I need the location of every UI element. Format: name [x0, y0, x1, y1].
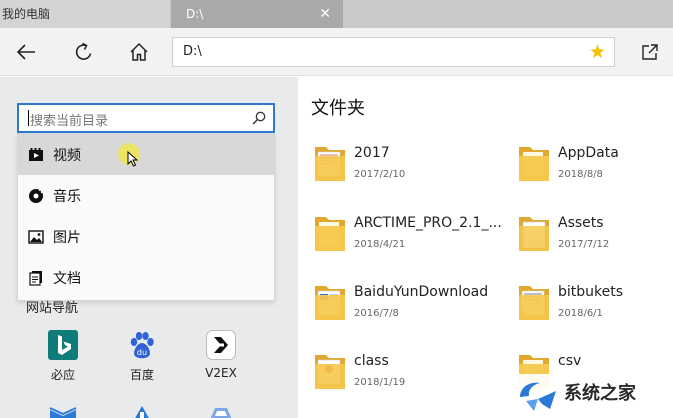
share-icon — [642, 44, 658, 60]
folder-date: 2018/1/19 — [354, 377, 406, 388]
suggestion-documents[interactable]: 文档 — [18, 257, 274, 298]
v2ex-icon — [206, 330, 236, 360]
folder-icon — [315, 286, 345, 320]
suggestion-video[interactable]: 视频 — [18, 134, 274, 175]
address-text: D:\ — [183, 44, 202, 59]
site-label: 必应 — [50, 368, 75, 382]
site-label: V2EX — [205, 366, 237, 380]
folder-name: BaiduYunDownload — [354, 284, 489, 300]
tab-label: D:\ — [186, 7, 204, 21]
folder-icon — [315, 147, 345, 181]
folder-item[interactable]: BaiduYunDownload 2016/7/8 — [313, 280, 493, 330]
refresh-icon — [75, 42, 92, 60]
tab-d-drive[interactable]: D:\ ✕ — [171, 0, 343, 28]
refresh-button[interactable] — [70, 38, 98, 66]
folder-date: 2018/8/8 — [558, 169, 603, 180]
folder-name: Assets — [558, 215, 604, 231]
star-icon[interactable]: ★ — [589, 40, 606, 64]
site-bing[interactable]: 必应 — [33, 330, 93, 383]
search-suggestions: 视频 音乐 图片 文档 — [17, 133, 275, 301]
folder-item[interactable]: class 2018/1/19 — [313, 349, 493, 399]
folder-name: csv — [558, 353, 582, 369]
address-bar[interactable]: D:\ ★ — [172, 37, 615, 67]
folder-icon — [519, 147, 549, 181]
suggestion-label: 视频 — [53, 147, 81, 164]
tower-icon[interactable] — [127, 406, 157, 418]
close-icon[interactable]: ✕ — [319, 0, 331, 28]
baidu-icon: du — [127, 330, 157, 360]
folder-icon — [519, 286, 549, 320]
mouse-pointer-icon — [127, 151, 138, 167]
left-pane: 搜索当前目录 视频 音乐 图片 文档 网站导航 必应 du 百度 V2EX — [0, 77, 298, 418]
folder-item[interactable]: bitbukets 2018/6/1 — [517, 280, 673, 330]
folder-icon — [315, 355, 345, 389]
document-icon — [28, 270, 44, 286]
folder-name: bitbukets — [558, 284, 624, 300]
folder-item[interactable]: 2017 2017/2/10 — [313, 141, 493, 191]
tab-label: 我的电脑 — [2, 7, 51, 21]
site-v2ex[interactable]: V2EX — [191, 330, 251, 380]
suggestion-images[interactable]: 图片 — [18, 216, 274, 257]
folder-item[interactable]: ARCTIME_PRO_2.1_... 2018/4/21 — [313, 211, 502, 261]
site-label: 百度 — [129, 368, 154, 382]
bing-icon — [48, 330, 78, 360]
back-button[interactable] — [12, 38, 40, 66]
watermark-logo — [520, 382, 556, 411]
folder-name: AppData — [558, 145, 619, 161]
folder-icon — [519, 217, 549, 251]
music-icon — [28, 188, 44, 204]
folders-title: 文件夹 — [311, 98, 365, 119]
folder-name: ARCTIME_PRO_2.1_... — [354, 215, 502, 231]
image-icon — [28, 229, 44, 245]
tab-strip: 我的电脑 D:\ ✕ — [0, 0, 673, 28]
mail-icon[interactable] — [48, 406, 78, 418]
folder-pane: 文件夹 2017 2017/2/10 AppData 2018/8/8 ARCT… — [298, 77, 673, 418]
folder-date: 2016/7/8 — [354, 308, 399, 319]
video-icon — [28, 147, 44, 163]
text-caret — [28, 110, 29, 126]
watermark: 系统之家 — [510, 374, 673, 418]
toolbar: D:\ ★ — [0, 28, 673, 76]
suggestion-label: 音乐 — [53, 188, 81, 205]
arrow-left-icon — [16, 44, 35, 60]
search-placeholder: 搜索当前目录 — [30, 114, 109, 129]
folder-item[interactable]: Assets 2017/7/12 — [517, 211, 673, 261]
watermark-text: 系统之家 — [564, 383, 636, 404]
cloud-icon[interactable] — [206, 406, 236, 418]
svg-text:du: du — [137, 348, 147, 357]
folder-name: 2017 — [354, 145, 390, 161]
tab-my-computer[interactable]: 我的电脑 — [0, 0, 170, 28]
folder-item[interactable]: AppData 2018/8/8 — [517, 141, 673, 191]
site-baidu[interactable]: du 百度 — [112, 330, 172, 383]
suggestion-music[interactable]: 音乐 — [18, 175, 274, 216]
search-icon[interactable] — [251, 110, 267, 126]
suggestion-label: 文档 — [53, 270, 81, 287]
folder-icon — [315, 217, 345, 251]
folder-date: 2017/7/12 — [558, 239, 610, 250]
home-icon — [130, 42, 148, 61]
home-button[interactable] — [125, 38, 153, 66]
site-nav-title: 网站导航 — [26, 301, 79, 316]
folder-date: 2018/4/21 — [354, 239, 406, 250]
search-input[interactable]: 搜索当前目录 — [17, 103, 275, 133]
folder-date: 2017/2/10 — [354, 169, 406, 180]
folder-date: 2018/6/1 — [558, 308, 603, 319]
folder-name: class — [354, 353, 389, 369]
share-button[interactable] — [636, 38, 664, 66]
suggestion-label: 图片 — [53, 229, 81, 246]
